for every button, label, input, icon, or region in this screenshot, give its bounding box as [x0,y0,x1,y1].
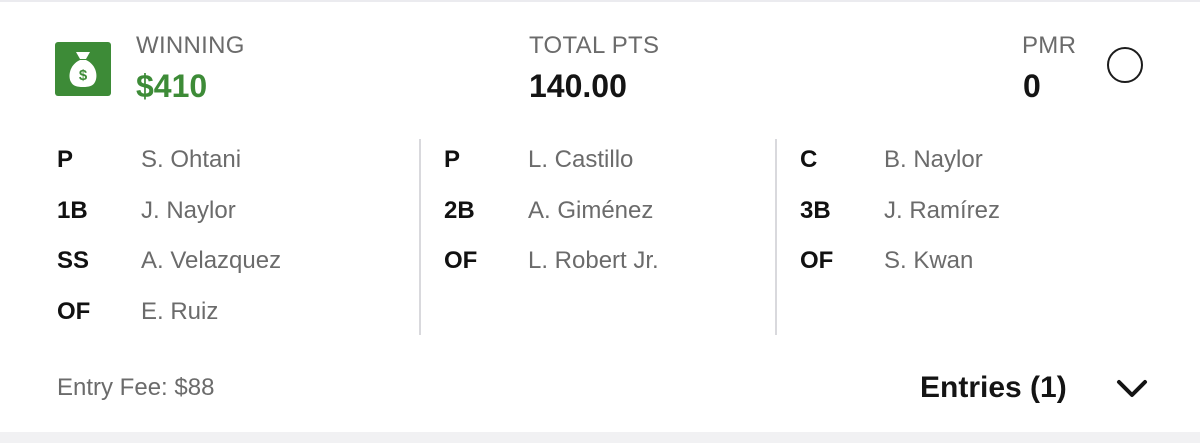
player-name: E. Ruiz [141,297,219,325]
circle-status-icon [1107,47,1143,83]
player-name: S. Ohtani [141,146,242,173]
total-pts-label: TOTAL PTS [529,32,660,59]
pmr-value: 0 [1023,68,1041,104]
column-divider [419,139,421,335]
position-label: 2B [444,196,475,224]
money-bag-icon: $ [55,42,111,96]
position-label: SS [57,247,90,274]
column-divider [775,139,777,335]
entry-fee-text: Entry Fee: $88 [57,374,215,401]
position-label: 1B [57,196,88,224]
pmr-label: PMR [1022,32,1077,59]
contest-card: $ WINNING $410 TOTAL PTS 140.00 PMR 0 P … [0,0,1200,432]
position-label: 3B [800,196,831,224]
position-label: OF [444,247,478,274]
player-name: A. Giménez [528,196,654,224]
position-label: OF [57,297,91,325]
player-name: S. Kwan [884,247,974,274]
position-label: P [57,146,74,173]
card-bottom-separator [0,432,1200,443]
winning-value: $410 [136,68,208,104]
total-pts-value: 140.00 [529,68,627,104]
chevron-down-icon [1115,378,1149,405]
winning-label: WINNING [136,32,245,59]
position-label: P [444,146,461,173]
player-name: A. Velazquez [141,247,282,274]
position-label: C [800,146,818,173]
svg-text:$: $ [79,67,88,84]
entries-toggle-button[interactable]: Entries (1) [918,364,1158,416]
player-name: J. Ramírez [884,196,1001,224]
player-name: B. Naylor [884,146,983,173]
player-name: J. Naylor [141,196,236,224]
entries-label: Entries (1) [920,371,1067,404]
position-label: OF [800,247,834,274]
player-name: L. Robert Jr. [528,247,659,274]
player-name: L. Castillo [528,146,634,173]
